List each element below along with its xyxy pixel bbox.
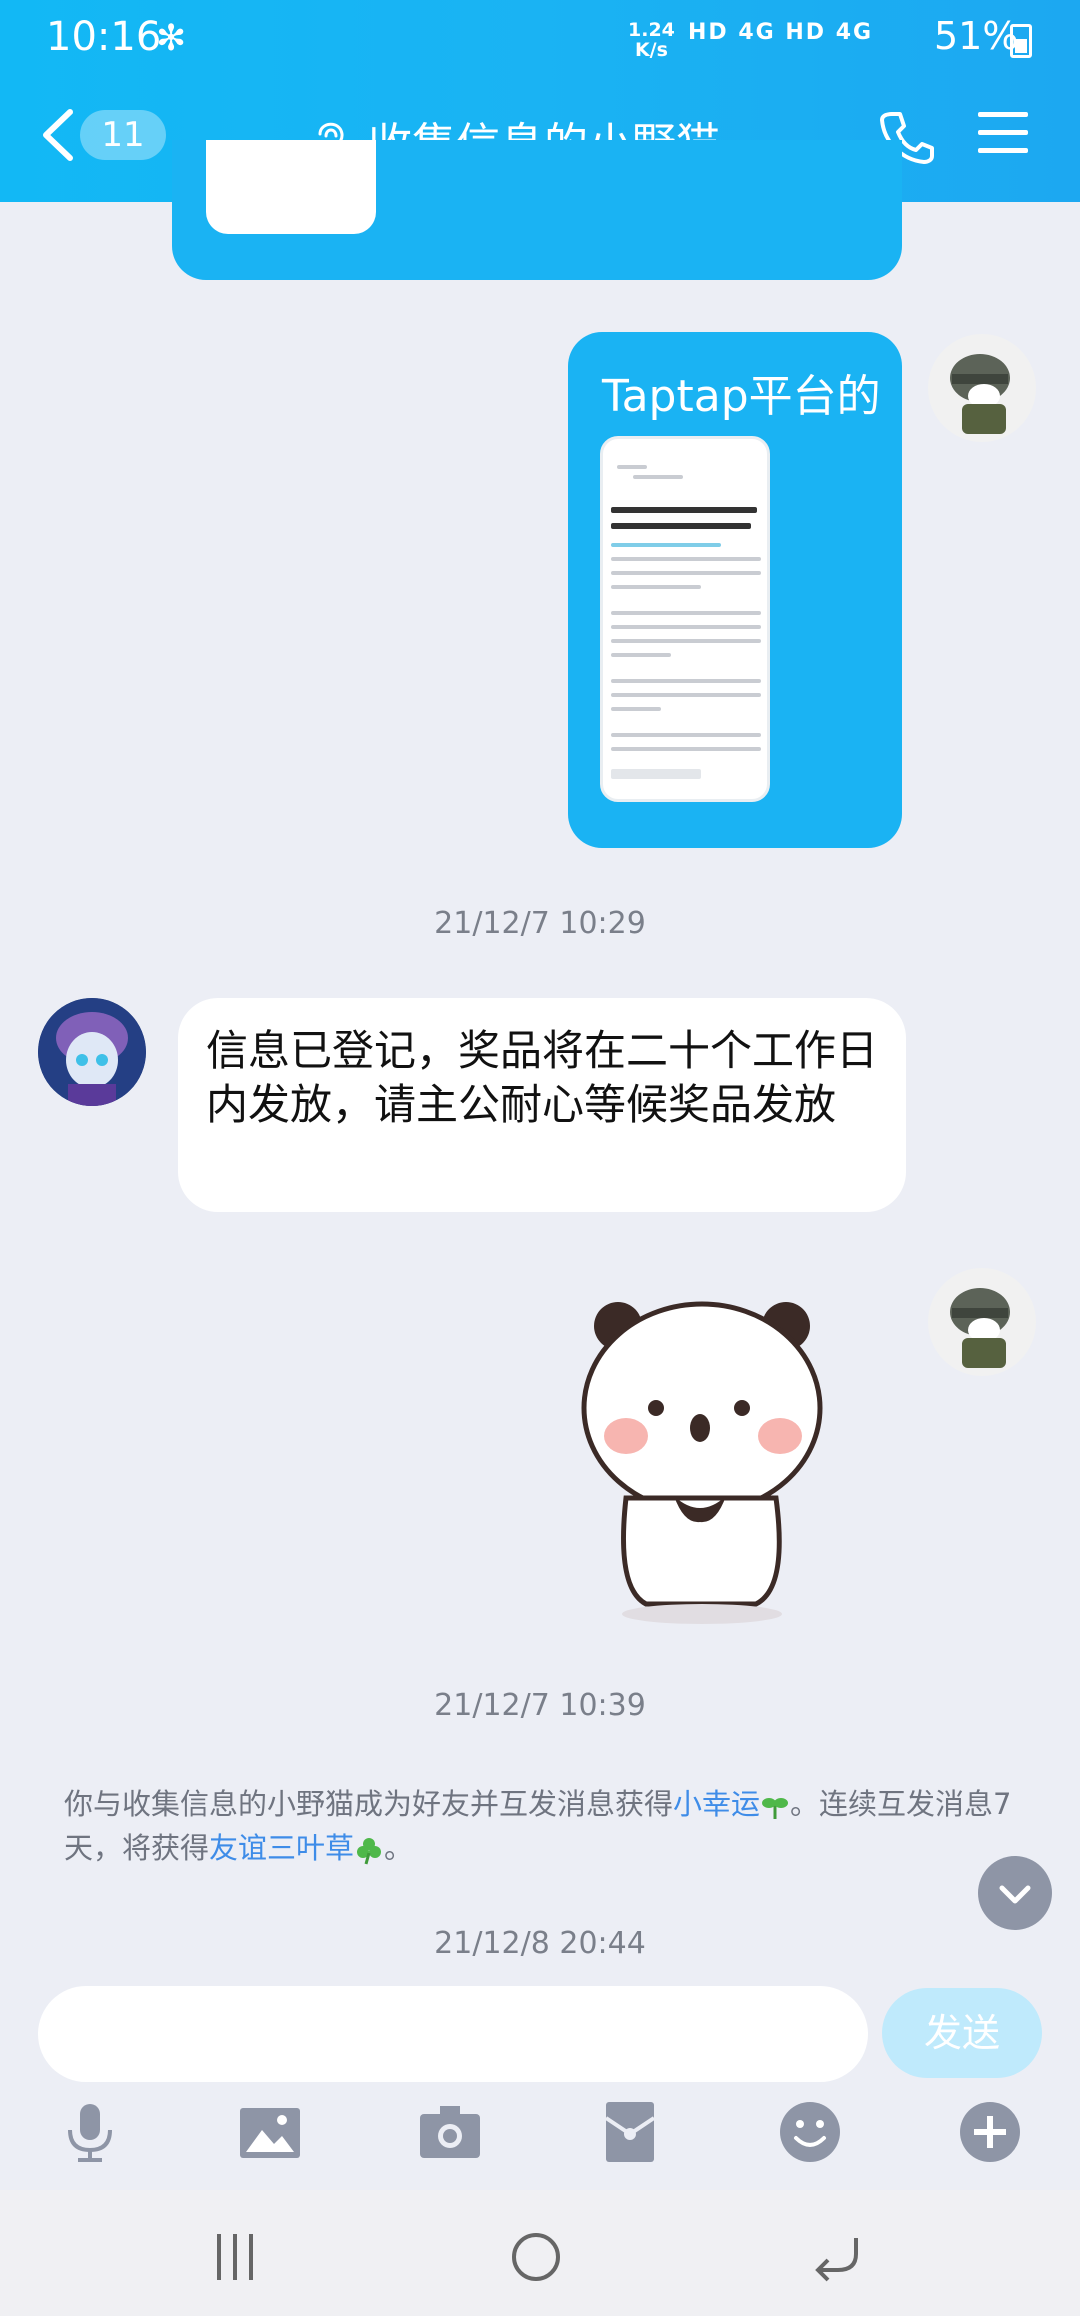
back-icon[interactable]	[38, 108, 78, 162]
message-input[interactable]	[38, 1986, 868, 2082]
incoming-message-bubble[interactable]: 信息已登记，奖品将在二十个工作日内发放，请主公耐心等候奖品发放	[178, 998, 906, 1212]
camera-icon[interactable]	[418, 2100, 482, 2164]
image-icon[interactable]	[238, 2100, 302, 2164]
notice-text: 。	[384, 1831, 414, 1865]
battery-percent: 51%	[934, 14, 1019, 58]
clover-link[interactable]: 友谊三叶草	[209, 1831, 354, 1865]
soldier-avatar-image	[950, 354, 1010, 434]
taptap-message-bubble[interactable]: Taptap平台的	[568, 332, 902, 848]
mic-icon[interactable]	[58, 2100, 122, 2164]
chevron-down-icon	[999, 1885, 1031, 1904]
back-nav-icon[interactable]	[808, 2230, 868, 2284]
menu-icon[interactable]	[978, 112, 1028, 158]
timestamp: 21/12/7 10:29	[434, 906, 646, 941]
emoji-icon[interactable]	[778, 2100, 842, 2164]
incoming-message-text: 信息已登记，奖品将在二十个工作日内发放，请主公耐心等候奖品发放	[206, 1026, 879, 1129]
net-speed-unit: K/s	[634, 39, 668, 61]
unread-count-badge[interactable]: 11	[80, 110, 166, 160]
taptap-caption: Taptap平台的	[602, 371, 881, 422]
sprout-icon	[762, 1798, 789, 1819]
anime-avatar-image	[38, 998, 146, 1106]
net-speed-value: 1.24	[628, 19, 675, 41]
send-button[interactable]: 发送	[882, 1988, 1042, 2078]
previous-image-thumbnail[interactable]	[206, 140, 376, 234]
timestamp: 21/12/7 10:39	[434, 1688, 646, 1723]
signal-indicators: HD 4G HD 4G	[688, 20, 874, 45]
lucky-link[interactable]: 小幸运	[673, 1787, 760, 1821]
taptap-screenshot[interactable]	[600, 436, 770, 802]
plus-icon[interactable]	[958, 2100, 1022, 2164]
battery-icon	[1010, 24, 1032, 58]
avatar-contact[interactable]	[38, 998, 146, 1106]
fan-icon: ✻	[156, 18, 187, 59]
panda-sticker[interactable]	[566, 1288, 836, 1628]
soldier-avatar-image	[950, 1288, 1010, 1368]
scroll-down-button[interactable]	[978, 1856, 1052, 1930]
home-icon[interactable]	[506, 2230, 566, 2284]
previous-image-message[interactable]	[172, 140, 902, 280]
status-time: 10:16	[46, 14, 162, 60]
notice-text: 你与收集信息的小野猫成为好友并互发消息获得	[64, 1787, 674, 1821]
recent-apps-icon[interactable]	[205, 2230, 265, 2284]
input-toolbar	[0, 2100, 1080, 2190]
friendship-notice: 你与收集信息的小野猫成为好友并互发消息获得小幸运 。连续互发消息7天，将获得友谊三…	[64, 1782, 1024, 1870]
status-bar: 10:16 ✻ 1.24 K/s HD 4G HD 4G 51%	[0, 0, 1080, 82]
system-navigation-bar	[0, 2190, 1080, 2316]
network-speed: 1.24 K/s	[628, 20, 675, 60]
avatar-self[interactable]	[928, 1268, 1036, 1376]
clover-icon	[357, 1838, 382, 1865]
timestamp: 21/12/8 20:44	[434, 1926, 646, 1961]
avatar-self[interactable]	[928, 334, 1036, 442]
redpacket-icon[interactable]	[598, 2100, 662, 2164]
